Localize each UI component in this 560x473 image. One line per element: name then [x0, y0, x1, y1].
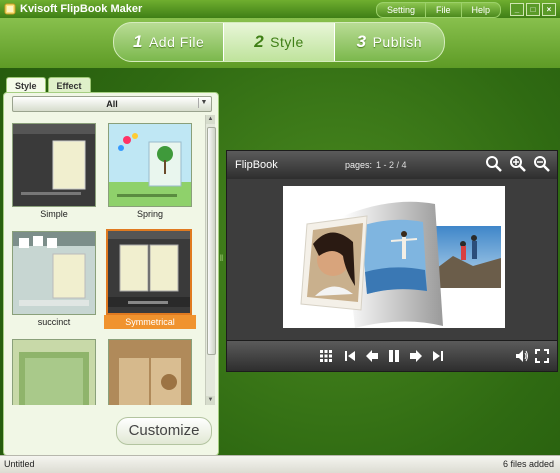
template-label: Symmetrical [104, 315, 196, 329]
step-number: 1 [133, 32, 143, 51]
top-menu: Setting File Help [376, 2, 502, 18]
first-page-icon[interactable] [343, 349, 357, 363]
step-label: Publish [372, 34, 423, 50]
thumbnails-icon[interactable] [319, 349, 333, 363]
menu-file[interactable]: File [425, 3, 461, 17]
flipbook-pages[interactable] [283, 186, 505, 328]
filter-value: All [106, 99, 118, 109]
template-spring[interactable]: Spring [108, 123, 192, 219]
step-publish[interactable]: 3 Publish [335, 23, 444, 61]
scrollbar-thumb[interactable] [207, 127, 216, 355]
status-bar: Untitled 6 files added [0, 455, 560, 473]
template-label: succinct [37, 317, 71, 327]
step-number: 3 [356, 32, 367, 51]
scroll-down-icon[interactable]: ▼ [206, 396, 215, 405]
scroll-up-icon[interactable]: ▲ [206, 115, 215, 124]
template-succinct[interactable]: succinct [12, 231, 96, 327]
app-title: Kvisoft FlipBook Maker [20, 3, 143, 15]
template-thumbnail [12, 123, 96, 207]
prev-page-icon[interactable] [365, 349, 379, 363]
document-name: Untitled [4, 459, 35, 469]
zoom-controls [485, 155, 551, 173]
template-filter-select[interactable]: All ▼ [12, 96, 212, 112]
chevron-down-icon: ▼ [198, 98, 209, 108]
template-panel: All ▼ Simple Spring succinct Symmetrical… [3, 92, 219, 456]
step-label: Add File [148, 34, 205, 50]
pages-value: 1 - 2 / 4 [376, 160, 407, 170]
template-scrollbar[interactable]: ▲ ▼ [205, 115, 216, 405]
preview-toolbar [226, 340, 558, 372]
next-page-icon[interactable] [409, 349, 423, 363]
zoom-in-icon[interactable] [509, 155, 527, 173]
last-page-icon[interactable] [431, 349, 445, 363]
step-style[interactable]: 2 Style [223, 23, 335, 61]
preview-title: FlipBook [235, 159, 278, 171]
app-logo-icon [4, 3, 16, 15]
template-label: Simple [40, 209, 68, 219]
template-label: Spring [136, 209, 163, 219]
template-grid: Simple Spring succinct Symmetrical [10, 117, 202, 405]
fullscreen-icon[interactable] [535, 349, 549, 363]
step-label: Style [270, 34, 304, 50]
sound-icon[interactable] [515, 349, 529, 363]
template-thumbnail [12, 339, 96, 405]
flipbook-preview: FlipBook pages: 1 - 2 / 4 [226, 150, 558, 372]
template-thumbnail [106, 229, 192, 315]
page-indicator: pages: 1 - 2 / 4 [345, 160, 407, 170]
pause-icon[interactable] [387, 349, 401, 363]
menu-help[interactable]: Help [460, 3, 501, 17]
panel-splitter-handle[interactable]: ‖ [219, 250, 224, 266]
template-thumbnail [108, 123, 192, 207]
window-controls: _ □ × [510, 3, 556, 16]
minimize-button[interactable]: _ [510, 3, 524, 16]
title-bar: Kvisoft FlipBook Maker Setting File Help… [0, 0, 560, 18]
step-header: 1 Add File 2 Style 3 Publish [0, 18, 560, 68]
template-vintage[interactable] [108, 339, 192, 405]
template-thumbnail [108, 339, 192, 405]
step-switcher: 1 Add File 2 Style 3 Publish [113, 22, 445, 62]
menu-setting[interactable]: Setting [377, 3, 425, 17]
template-thumbnail [12, 231, 96, 315]
customize-button[interactable]: Customize [116, 417, 212, 445]
step-number: 2 [254, 32, 265, 51]
preview-header: FlipBook pages: 1 - 2 / 4 [227, 151, 557, 179]
files-count: 6 files added [502, 459, 554, 469]
search-icon[interactable] [485, 155, 503, 173]
pages-label: pages: [345, 160, 373, 170]
step-add-file[interactable]: 1 Add File [114, 23, 223, 61]
close-button[interactable]: × [542, 3, 556, 16]
template-symmetrical[interactable]: Symmetrical [104, 229, 196, 329]
zoom-out-icon[interactable] [533, 155, 551, 173]
template-simple[interactable]: Simple [12, 123, 96, 219]
maximize-button[interactable]: □ [526, 3, 540, 16]
template-green[interactable] [12, 339, 96, 405]
